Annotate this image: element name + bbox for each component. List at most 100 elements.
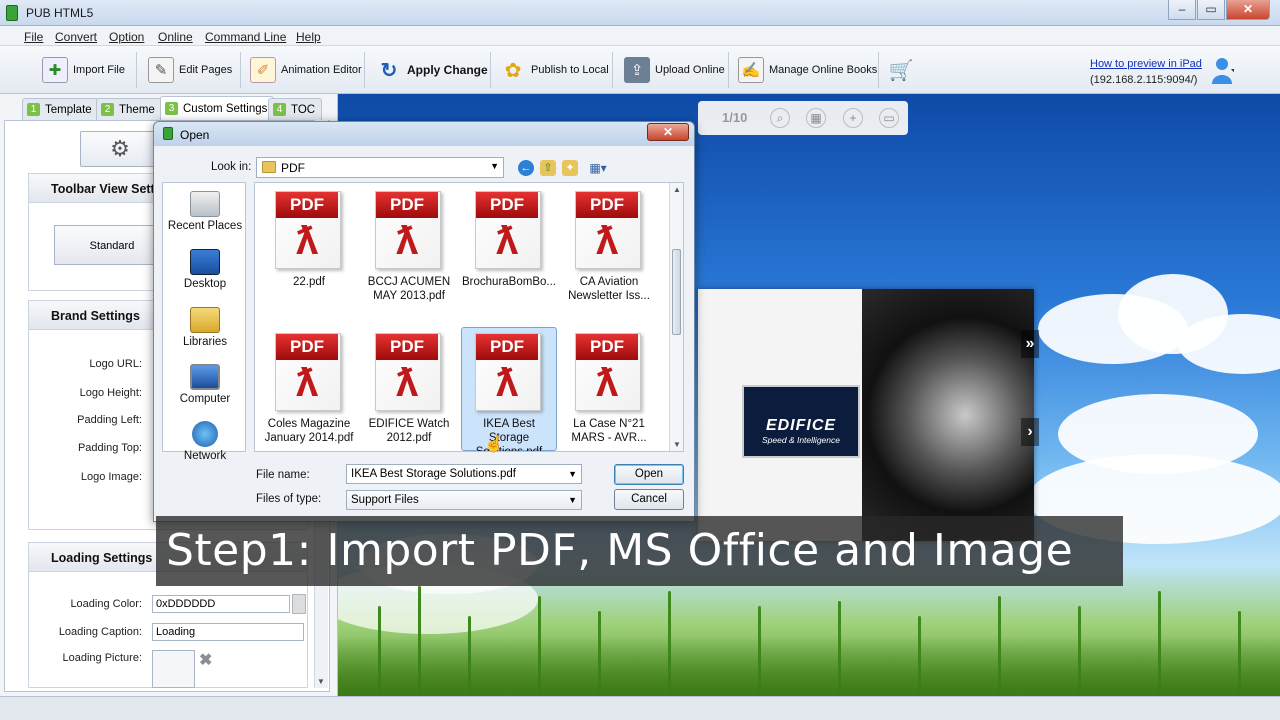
tab-custom-settings[interactable]: 3 Custom Settings <box>160 96 275 120</box>
view-menu-icon[interactable]: ▦▾ <box>586 160 610 176</box>
refresh-icon: ↻ <box>380 59 398 82</box>
title-bar: PUB HTML5 – ▭ ✕ <box>0 0 1280 26</box>
place-computer[interactable]: Computer <box>163 364 247 405</box>
settings-gear-button[interactable]: ⚙ <box>80 131 160 167</box>
tab-toc[interactable]: 4 TOC <box>268 98 323 120</box>
file-list: PDF ƛ 22.pdf PDF ƛ BCCJ ACUMEN MAY 2013.pd… <box>254 182 684 452</box>
loading-color-label: Loading Color: <box>70 598 142 610</box>
animation-editor-icon: ✐ <box>250 57 276 83</box>
chevron-down-icon: ▼ <box>568 495 577 505</box>
cancel-button[interactable]: Cancel <box>614 489 684 510</box>
look-in-label: Look in: <box>211 161 252 173</box>
back-icon[interactable]: ← <box>518 160 534 176</box>
menu-bar: File Convert Option Online Command Line … <box>0 26 1280 46</box>
file-list-scrollbar[interactable]: ▲ ▼ <box>669 183 683 451</box>
ipad-preview-address: (192.168.2.115:9094/) <box>1090 74 1198 86</box>
logo-image-label: Logo Image: <box>80 471 142 483</box>
publish-gear-icon: ✿ <box>504 59 522 82</box>
network-icon <box>192 421 218 447</box>
file-item[interactable]: PDF ƛ La Case N°21 MARS - AVR... <box>561 329 657 445</box>
main-toolbar: ✚ Import File ✎ Edit Pages ✐ Animation E… <box>0 46 1280 94</box>
edit-pages-button[interactable]: ✎ Edit Pages <box>148 54 232 86</box>
tab-theme[interactable]: 2 Theme <box>96 98 162 120</box>
recent-places-icon <box>190 191 220 217</box>
import-file-button[interactable]: ✚ Import File <box>42 54 125 86</box>
ipad-preview-link[interactable]: How to preview in iPad <box>1090 58 1202 70</box>
zoom-in-icon[interactable]: + <box>843 108 863 128</box>
menu-command-line[interactable]: Command Line <box>205 30 286 44</box>
desktop-icon <box>190 249 220 275</box>
cart-icon: 🛒 <box>888 59 914 82</box>
file-item[interactable]: PDF ƛ BCCJ ACUMEN MAY 2013.pdf <box>361 187 457 303</box>
loading-picture-box[interactable] <box>152 650 195 688</box>
libraries-icon <box>190 307 220 333</box>
file-item[interactable]: PDF ƛ BrochuraBomBo... <box>461 187 557 289</box>
animation-editor-button[interactable]: ✐ Animation Editor <box>250 54 362 86</box>
computer-icon <box>190 364 220 390</box>
step-caption: Step1: Import PDF, MS Office and Image <box>156 516 1123 586</box>
menu-option[interactable]: Option <box>109 30 144 44</box>
next-page-icon[interactable]: › <box>1021 418 1039 446</box>
page-counter: 1/10 <box>722 110 748 125</box>
up-folder-icon[interactable]: ⇧ <box>540 160 556 176</box>
menu-convert[interactable]: Convert <box>55 30 97 44</box>
window-title: PUB HTML5 <box>26 6 94 20</box>
chevron-down-icon: ▼ <box>568 469 577 479</box>
remove-picture-icon[interactable]: ✖ <box>199 650 212 670</box>
menu-help[interactable]: Help <box>296 30 321 44</box>
watch-image <box>862 289 1034 541</box>
edifice-logo: EDIFICE Speed & Intelligence <box>742 385 860 458</box>
zoom-search-icon[interactable]: ⌕ <box>770 108 790 128</box>
place-network[interactable]: Network <box>163 421 247 462</box>
upload-online-button[interactable]: ⇪ Upload Online <box>624 54 725 86</box>
file-item[interactable]: PDF ƛ CA Aviation Newsletter Iss... <box>561 187 657 303</box>
file-name-label: File name: <box>256 469 310 481</box>
look-in-dropdown[interactable]: PDF ▼ <box>256 157 504 178</box>
file-item[interactable]: PDF ƛ Coles Magazine January 2014.pdf <box>261 329 357 445</box>
apply-change-button[interactable]: ↻ Apply Change <box>376 54 488 86</box>
thumbnails-icon[interactable]: ▦ <box>806 108 826 128</box>
fullscreen-icon[interactable]: ▭ <box>879 108 899 128</box>
dialog-app-icon <box>163 127 173 140</box>
place-recent[interactable]: Recent Places <box>163 191 247 232</box>
file-item[interactable]: PDF ƛ EDIFICE Watch 2012.pdf <box>361 329 457 445</box>
menu-file[interactable]: File <box>24 30 43 44</box>
close-button[interactable]: ✕ <box>1226 0 1270 20</box>
cart-button[interactable]: 🛒 <box>888 54 914 86</box>
logo-url-label: Logo URL: <box>89 358 142 370</box>
publish-local-button[interactable]: ✿ Publish to Local <box>500 54 609 86</box>
dialog-title-bar: Open ✕ <box>154 122 694 146</box>
place-desktop[interactable]: Desktop <box>163 249 247 290</box>
loading-color-swatch[interactable] <box>292 594 306 614</box>
pdf-file-icon: PDF ƛ <box>267 329 351 415</box>
pdf-file-icon: PDF ƛ <box>367 329 451 415</box>
last-page-icon[interactable]: » <box>1021 330 1039 358</box>
new-folder-icon[interactable]: ✦ <box>562 160 578 176</box>
padding-top-label: Padding Top: <box>77 442 142 454</box>
padding-left-label: Padding Left: <box>77 414 142 426</box>
logo-height-label: Logo Height: <box>79 387 142 399</box>
files-of-type-label: Files of type: <box>256 493 322 505</box>
loading-caption-field[interactable]: Loading <box>152 623 304 641</box>
tab-template[interactable]: 1 Template <box>22 98 99 120</box>
file-item-selected[interactable]: PDF ƛ IKEA Best Storage Solutions.pdf <box>461 327 557 451</box>
pdf-file-icon: PDF ƛ <box>567 187 651 273</box>
maximize-button[interactable]: ▭ <box>1197 0 1225 20</box>
loading-caption-label: Loading Caption: <box>58 626 142 638</box>
place-libraries[interactable]: Libraries <box>163 307 247 348</box>
loading-color-field[interactable]: 0xDDDDDD <box>152 595 290 613</box>
import-file-icon: ✚ <box>42 57 68 83</box>
dialog-close-button[interactable]: ✕ <box>647 123 689 141</box>
status-bar <box>0 696 1280 720</box>
places-bar: Recent Places Desktop Libraries Computer… <box>162 182 247 462</box>
open-button[interactable]: Open <box>614 464 684 485</box>
manage-online-books-button[interactable]: ✍ Manage Online Books <box>738 54 877 86</box>
file-name-input[interactable]: IKEA Best Storage Solutions.pdf ▼ <box>346 464 582 484</box>
menu-online[interactable]: Online <box>158 30 193 44</box>
user-icon[interactable] <box>1212 56 1234 86</box>
upload-icon: ⇪ <box>624 57 650 83</box>
files-of-type-select[interactable]: Support Files ▼ <box>346 490 582 510</box>
minimize-button[interactable]: – <box>1168 0 1196 20</box>
file-item[interactable]: PDF ƛ 22.pdf <box>261 187 357 289</box>
app-icon <box>6 5 18 21</box>
